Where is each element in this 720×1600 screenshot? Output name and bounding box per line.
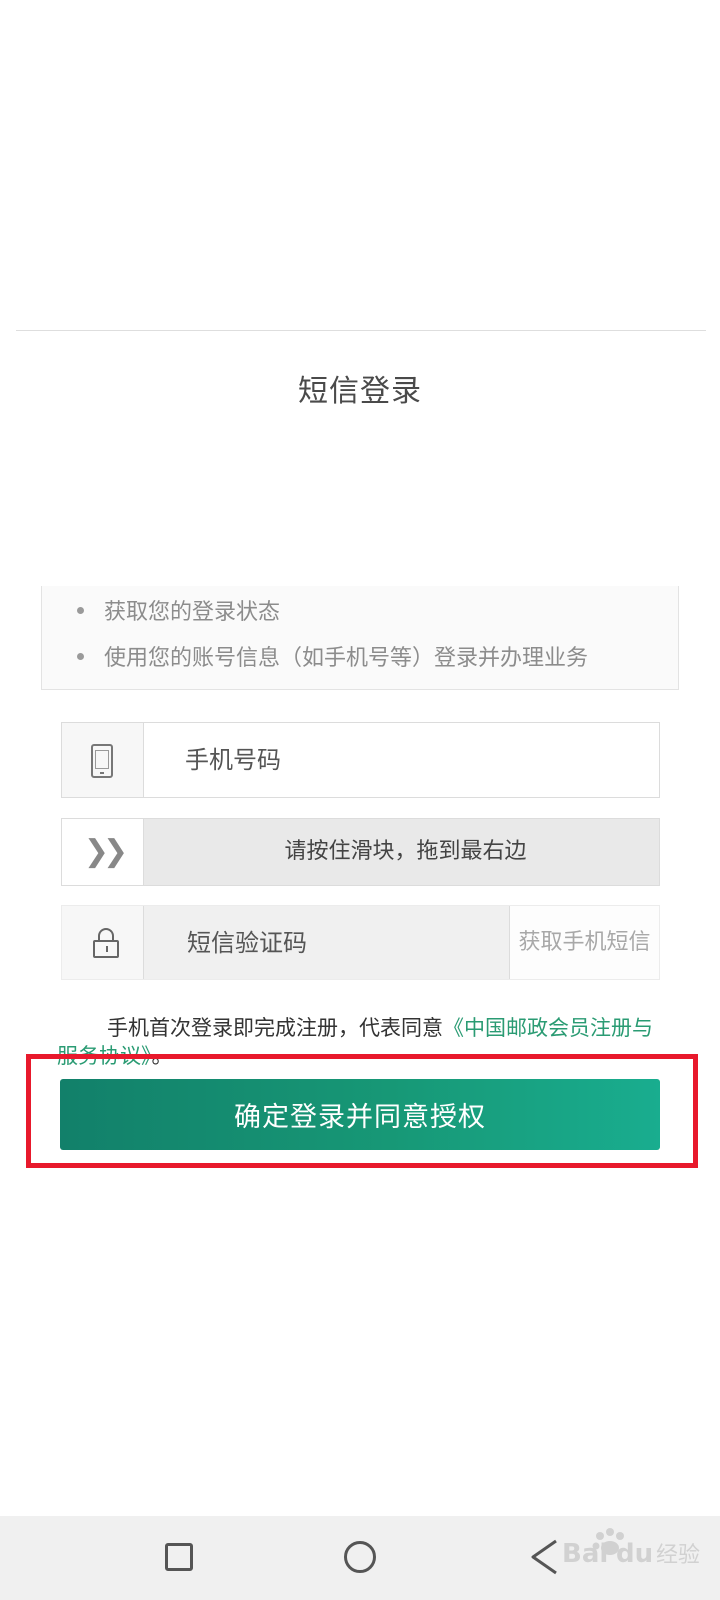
svg-text:du: du <box>616 1539 653 1569</box>
sms-code-field: 获取手机短信 <box>61 905 660 980</box>
double-chevron-right-icon: ❯❯ <box>83 834 128 869</box>
permission-item: 获取您的登录状态 <box>76 594 280 626</box>
agreement-text: 手机首次登录即完成注册，代表同意《中国邮政会员注册与服务协议》。 <box>57 1014 657 1070</box>
phone-icon <box>91 744 113 778</box>
lock-icon-cell <box>62 906 144 979</box>
svg-text:经验: 经验 <box>656 1543 700 1568</box>
get-sms-button[interactable]: 获取手机短信 <box>510 906 659 979</box>
slider-track[interactable]: 请按住滑块，拖到最右边 <box>144 819 659 885</box>
triangle-back-icon[interactable] <box>528 1538 562 1576</box>
baidu-watermark-logo: Bai du 经验 <box>562 1528 700 1569</box>
phone-icon-cell <box>62 723 144 797</box>
agreement-suffix: 。 <box>151 1044 173 1068</box>
sms-code-input[interactable] <box>144 906 509 979</box>
phone-input[interactable] <box>146 723 656 797</box>
agreement-prefix: 手机首次登录即完成注册，代表同意 <box>107 1016 443 1040</box>
slider-captcha: ❯❯ 请按住滑块，拖到最右边 <box>61 818 660 886</box>
square-icon[interactable] <box>165 1543 193 1571</box>
login-submit-button[interactable]: 确定登录并同意授权 <box>60 1079 660 1150</box>
circle-icon[interactable] <box>344 1541 376 1573</box>
svg-text:Bai: Bai <box>562 1539 608 1569</box>
permission-item: 使用您的账号信息（如手机号等）登录并办理业务 <box>76 640 588 672</box>
slider-handle[interactable]: ❯❯ <box>62 819 144 885</box>
header-divider <box>16 330 706 331</box>
permissions-list: 获取您的登录状态 使用您的账号信息（如手机号等）登录并办理业务 <box>41 586 679 690</box>
lock-icon <box>93 928 119 958</box>
page-title: 短信登录 <box>298 374 422 409</box>
login-page: 短信登录 获取您的登录状态 使用您的账号信息（如手机号等）登录并办理业务 ❯❯ … <box>0 0 720 1600</box>
phone-field <box>61 722 660 798</box>
sms-input-wrap <box>144 906 510 979</box>
